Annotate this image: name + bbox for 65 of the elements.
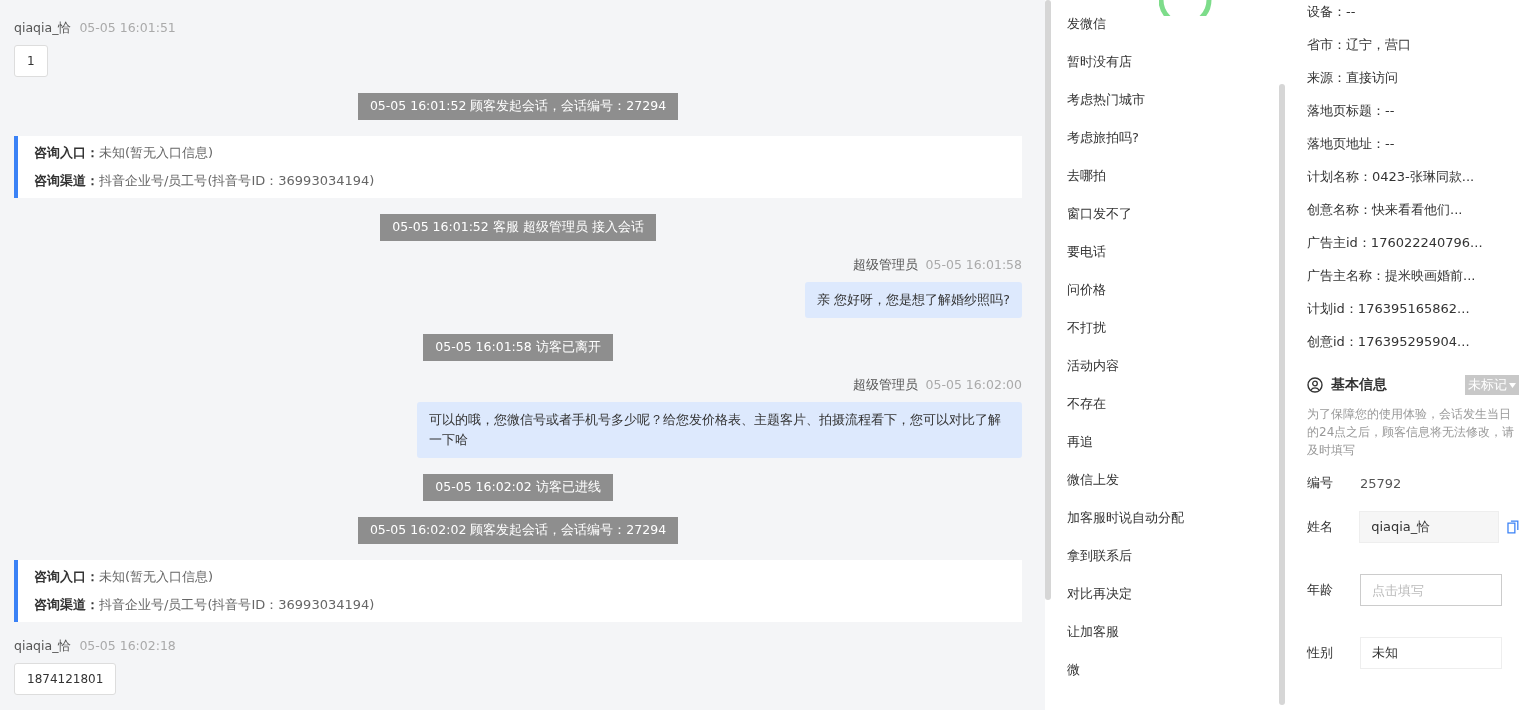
quick-reply-item[interactable]: 不打扰: [1067, 318, 1279, 337]
visitor-detail: 广告主id：176022240796...: [1307, 234, 1484, 252]
sender-name: qiaqia_恰: [14, 20, 72, 37]
quick-reply-item[interactable]: 窗口发不了: [1067, 204, 1279, 223]
quick-reply-item[interactable]: 微: [1067, 660, 1279, 679]
age-field[interactable]: 点击填写: [1360, 574, 1502, 606]
field-label: 姓名: [1307, 518, 1334, 536]
notice-text: 为了保障您的使用体验，会话发生当日的24点之后，顾客信息将无法修改，请及时填写: [1307, 406, 1516, 459]
quick-reply-item[interactable]: 拿到联系后: [1067, 546, 1279, 565]
visitor-detail: 创意id：176395295904...: [1307, 333, 1471, 351]
quick-reply-item[interactable]: 考虑旅拍吗?: [1067, 128, 1279, 147]
copy-icon[interactable]: [1507, 520, 1519, 534]
field-value: 25792: [1360, 475, 1402, 491]
system-notice: 05-05 16:02:02 访客已进线: [423, 474, 613, 501]
quick-reply-item[interactable]: 活动内容: [1067, 356, 1279, 375]
visitor-detail: 落地页标题：--: [1307, 102, 1396, 120]
scrollbar[interactable]: [1045, 0, 1051, 600]
message-time: 05-05 16:01:58: [925, 257, 1022, 274]
message-time: 05-05 16:01:51: [79, 20, 176, 37]
user-icon: [1307, 377, 1323, 393]
sender-name: 超级管理员: [852, 257, 918, 274]
message-bubble: 可以的哦，您微信号或者手机号多少呢？给您发价格表、主题客片、拍摄流程看下，您可以对比了解一下哈: [417, 402, 1022, 458]
quick-reply-item[interactable]: 考虑热门城市: [1067, 90, 1279, 109]
system-notice: 05-05 16:01:58 访客已离开: [423, 334, 613, 361]
message-time: 05-05 16:02:00: [925, 377, 1022, 394]
field-label: 性别: [1307, 644, 1334, 662]
visitor-detail: 落地页地址：--: [1307, 135, 1396, 153]
entry-info: 咨询入口：未知(暂无入口信息): [34, 568, 215, 586]
message-bubble: 1874121801: [14, 663, 117, 695]
name-field[interactable]: qiaqia_恰: [1359, 511, 1500, 543]
message-bubble: 亲 您好呀，您是想了解婚纱照吗?: [805, 282, 1022, 318]
quick-reply-item[interactable]: 加客服时说自动分配: [1067, 508, 1279, 527]
visitor-detail: 计划id：176395165862...: [1307, 300, 1471, 318]
system-notice: 05-05 16:01:52 顾客发起会话，会话编号：27294: [357, 93, 679, 120]
entry-info: 咨询入口：未知(暂无入口信息): [34, 144, 215, 162]
visitor-detail: 广告主名称：提米映画婚前...: [1307, 267, 1477, 285]
message-bubble: 1: [14, 45, 48, 77]
entry-info: 咨询渠道：抖音企业号/员工号(抖音号ID：36993034194): [34, 596, 376, 614]
quick-reply-item[interactable]: 暂时没有店: [1067, 52, 1279, 71]
gender-field[interactable]: 未知: [1360, 637, 1502, 669]
field-label: 编号: [1307, 474, 1334, 492]
visitor-detail: 省市：辽宁，营口: [1307, 36, 1412, 54]
quick-reply-item[interactable]: 问价格: [1067, 280, 1279, 299]
sender-name: qiaqia_恰: [14, 638, 72, 655]
scrollbar[interactable]: [1279, 84, 1285, 705]
sender-name: 超级管理员: [852, 377, 918, 394]
entry-info: 咨询渠道：抖音企业号/员工号(抖音号ID：36993034194): [34, 172, 376, 190]
caret-icon: [1509, 382, 1516, 388]
quick-reply-item[interactable]: 再追: [1067, 432, 1279, 451]
system-notice: 05-05 16:02:02 顾客发起会话，会话编号：27294: [357, 517, 679, 544]
section-title: 基本信息: [1331, 376, 1388, 394]
field-label: 年龄: [1307, 581, 1334, 599]
message-time: 05-05 16:02:18: [79, 638, 176, 655]
quick-reply-item[interactable]: 让加客服: [1067, 622, 1279, 641]
quick-reply-item[interactable]: 不存在: [1067, 394, 1279, 413]
quick-reply-item[interactable]: 要电话: [1067, 242, 1279, 261]
visitor-detail: 创意名称：快来看看他们...: [1307, 201, 1464, 219]
quick-reply-item[interactable]: 对比再决定: [1067, 584, 1279, 603]
visitor-detail: 设备：--: [1307, 3, 1357, 21]
visitor-detail: 计划名称：0423-张琳同款...: [1307, 168, 1476, 186]
quick-reply-item[interactable]: 微信上发: [1067, 470, 1279, 489]
system-notice: 05-05 16:01:52 客服 超级管理员 接入会话: [380, 214, 656, 241]
quick-reply-item[interactable]: 发微信: [1067, 14, 1279, 33]
quick-reply-item[interactable]: 去哪拍: [1067, 166, 1279, 185]
visitor-detail: 来源：直接访问: [1307, 69, 1399, 87]
